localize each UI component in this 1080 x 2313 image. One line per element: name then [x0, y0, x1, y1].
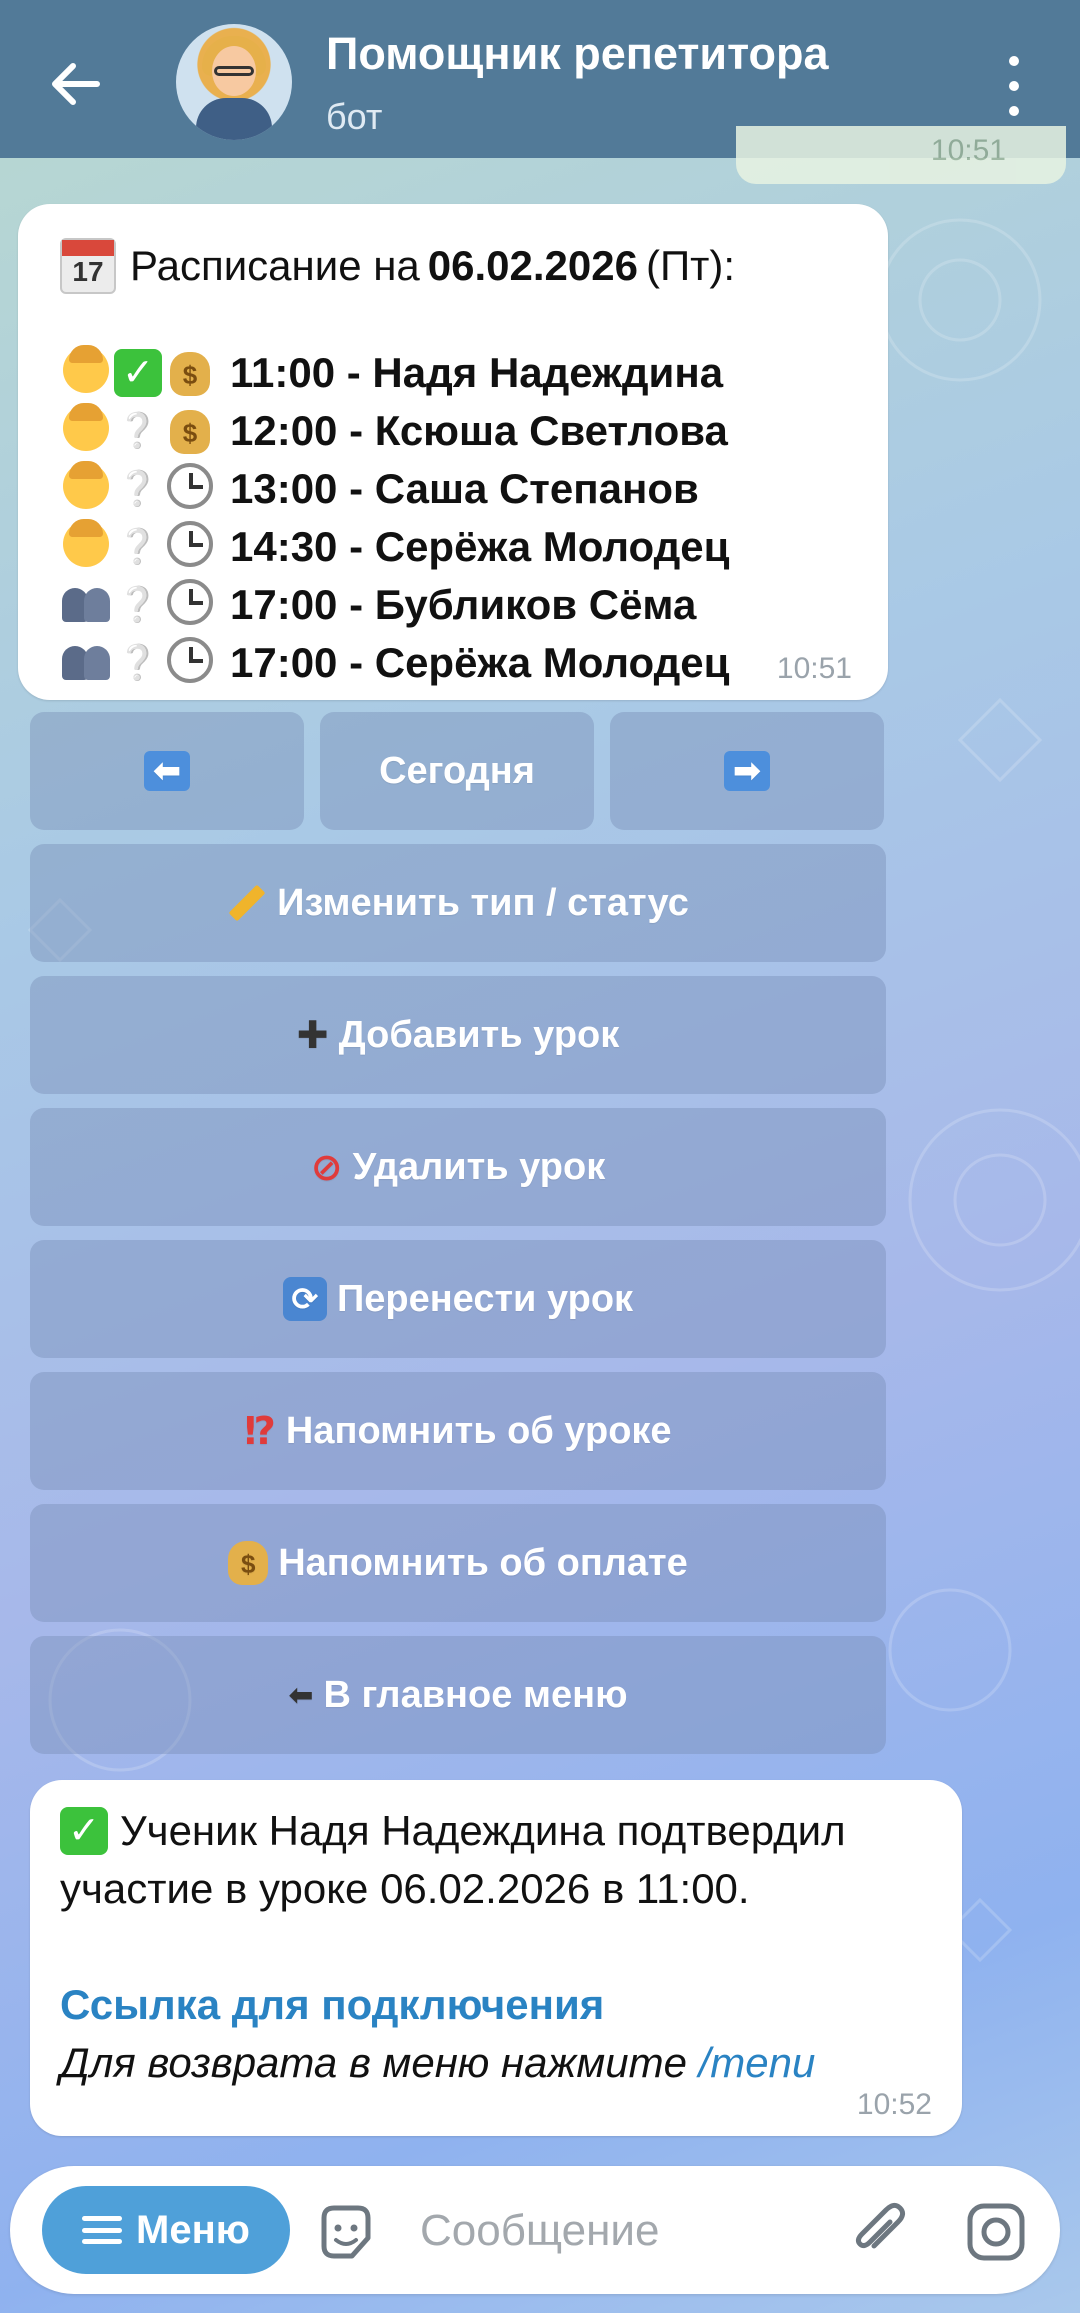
money-bag-icon: $ [228, 1541, 269, 1585]
remind-payment-button[interactable]: $ Напомнить об оплате [30, 1504, 886, 1622]
previous-message-time: 10:51 [930, 134, 1006, 167]
chat-subtitle: бот [326, 96, 383, 137]
remind-lesson-button[interactable]: ⁉ Напомнить об уроке [30, 1372, 886, 1490]
check-icon: ✓ [60, 1807, 108, 1855]
delete-lesson-label: Удалить урок [352, 1145, 606, 1188]
question-icon: ❔ [116, 470, 160, 508]
add-lesson-button[interactable]: ✚ Добавить урок [30, 976, 886, 1094]
schedule-date: 06.02.2026 [427, 242, 638, 289]
schedule-row: ❔ $12:00 - Ксюша Светлова [60, 402, 848, 460]
clock-icon [164, 462, 216, 516]
menu-command-link[interactable]: /menu [699, 2039, 816, 2087]
schedule-message: 17 Расписание на 06.02.2026 (Пт): ✓ $11:0… [18, 204, 888, 700]
menu-icon [82, 2216, 123, 2244]
arrow-right-icon: ➡ [724, 751, 770, 791]
schedule-row: ❔ 13:00 - Саша Степанов [60, 460, 848, 518]
child-icon [60, 344, 112, 400]
confirmation-message: ✓ Ученик Надя Надеждина подтвердил участ… [30, 1780, 962, 2136]
add-lesson-label: Добавить урок [338, 1013, 620, 1056]
bot-avatar[interactable] [176, 24, 292, 140]
money-bag-icon: $ [164, 409, 216, 454]
confirmation-line-1: ✓ Ученик Надя Надеждина подтвердил [60, 1802, 932, 1860]
schedule-row: ❔ 17:00 - Серёжа Молодец [60, 634, 848, 692]
main-menu-button[interactable]: ⬅ В главное меню [30, 1636, 886, 1754]
change-type-label: Изменить тип / статус [277, 881, 689, 924]
change-type-button[interactable]: Изменить тип / статус [30, 844, 886, 962]
plus-icon: ✚ [296, 1014, 329, 1057]
bot-menu-label: Меню [136, 2207, 250, 2252]
child-icon [60, 402, 112, 458]
camera-icon[interactable] [964, 2200, 1028, 2264]
prev-day-button[interactable]: ⬅ [30, 712, 304, 830]
attach-icon[interactable] [846, 2200, 910, 2264]
schedule-row-text: 14:30 - Серёжа Молодец [230, 523, 730, 570]
delete-lesson-button[interactable]: ⊘ Удалить урок [30, 1108, 886, 1226]
refresh-icon: ⟳ [282, 1277, 327, 1321]
message-input-bar: Меню [10, 2166, 1060, 2294]
clock-icon [164, 520, 216, 574]
schedule-title: 17 Расписание на 06.02.2026 (Пт): [60, 226, 848, 306]
remind-lesson-label: Напомнить об уроке [285, 1409, 672, 1452]
check-icon: ✓ [112, 349, 164, 397]
group-icon [60, 640, 112, 687]
schedule-row-text: 11:00 - Надя Надеждина [230, 349, 724, 396]
confirmation-line-2: участие в уроке 06.02.2026 в 11:00. [60, 1865, 750, 1912]
connection-link[interactable]: Ссылка для подключения [60, 1976, 932, 2034]
calendar-icon: 17 [60, 238, 116, 294]
schedule-row-text: 17:00 - Бубликов Сёма [230, 581, 697, 628]
child-icon [60, 518, 112, 574]
schedule-row-text: 13:00 - Саша Степанов [230, 465, 699, 512]
schedule-title-prefix: Расписание на [130, 242, 420, 289]
arrow-left-icon: ⬅ [144, 751, 190, 791]
today-label: Сегодня [379, 749, 535, 792]
question-icon: ❔ [116, 412, 160, 450]
question-icon: ❔ [116, 644, 160, 682]
question-icon: ❔ [116, 528, 160, 566]
schedule-row: ✓ $11:00 - Надя Надеждина [60, 344, 848, 402]
today-button[interactable]: Сегодня [320, 712, 594, 830]
move-lesson-button[interactable]: ⟳ Перенести урок [30, 1240, 886, 1358]
schedule-row: ❔ 14:30 - Серёжа Молодец [60, 518, 848, 576]
question-icon: ❔ [116, 586, 160, 624]
more-options-icon[interactable] [996, 56, 1032, 116]
message-time: 10:52 [856, 2088, 932, 2121]
pencil-icon [228, 884, 266, 922]
group-icon [60, 582, 112, 629]
previous-message-stub: 10:51 [736, 126, 1066, 184]
sticker-icon[interactable] [314, 2200, 378, 2264]
menu-hint: Для возврата в меню нажмите /menu [60, 2039, 816, 2087]
main-menu-label: В главное меню [323, 1673, 628, 1716]
bot-menu-button[interactable]: Меню [42, 2186, 290, 2274]
back-button[interactable] [44, 52, 108, 116]
remind-payment-label: Напомнить об оплате [278, 1541, 688, 1584]
clock-icon [164, 636, 216, 690]
schedule-row: ❔ 17:00 - Бубликов Сёма [60, 576, 848, 634]
child-icon [60, 460, 112, 516]
move-lesson-label: Перенести урок [336, 1277, 634, 1320]
message-input[interactable] [418, 2200, 842, 2262]
back-arrow-icon: ⬅ [288, 1678, 314, 1712]
schedule-weekday: (Пт): [646, 242, 736, 289]
schedule-row-text: 12:00 - Ксюша Светлова [230, 407, 728, 454]
arrow-left-icon [52, 63, 100, 105]
prohibited-icon: ⊘ [310, 1146, 343, 1189]
message-time: 10:51 [776, 652, 852, 685]
schedule-row-text: 17:00 - Серёжа Молодец [230, 639, 730, 686]
money-bag-icon: $ [164, 351, 216, 396]
next-day-button[interactable]: ➡ [610, 712, 884, 830]
exclamation-question-icon: ⁉ [244, 1410, 276, 1453]
chat-title[interactable]: Помощник репетитора [326, 28, 829, 80]
clock-icon [164, 578, 216, 632]
